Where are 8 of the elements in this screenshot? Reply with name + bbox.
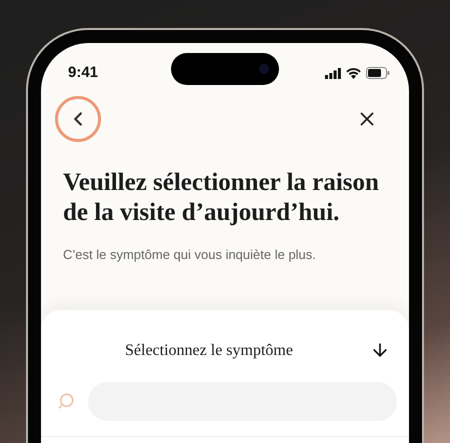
wifi-icon	[346, 68, 361, 78]
battery-icon	[366, 67, 390, 79]
status-time: 9:41	[68, 62, 98, 83]
signal-icon	[325, 68, 341, 78]
page-title: Veuillez sélectionner la raison de la visite d’aujourd’hui.	[63, 168, 380, 228]
sheet-title: Sélectionnez le symptôme	[125, 340, 293, 360]
search-icon	[57, 392, 75, 410]
page-subtitle: C’est le symptôme qui vous inquiète le plus.	[63, 246, 317, 264]
